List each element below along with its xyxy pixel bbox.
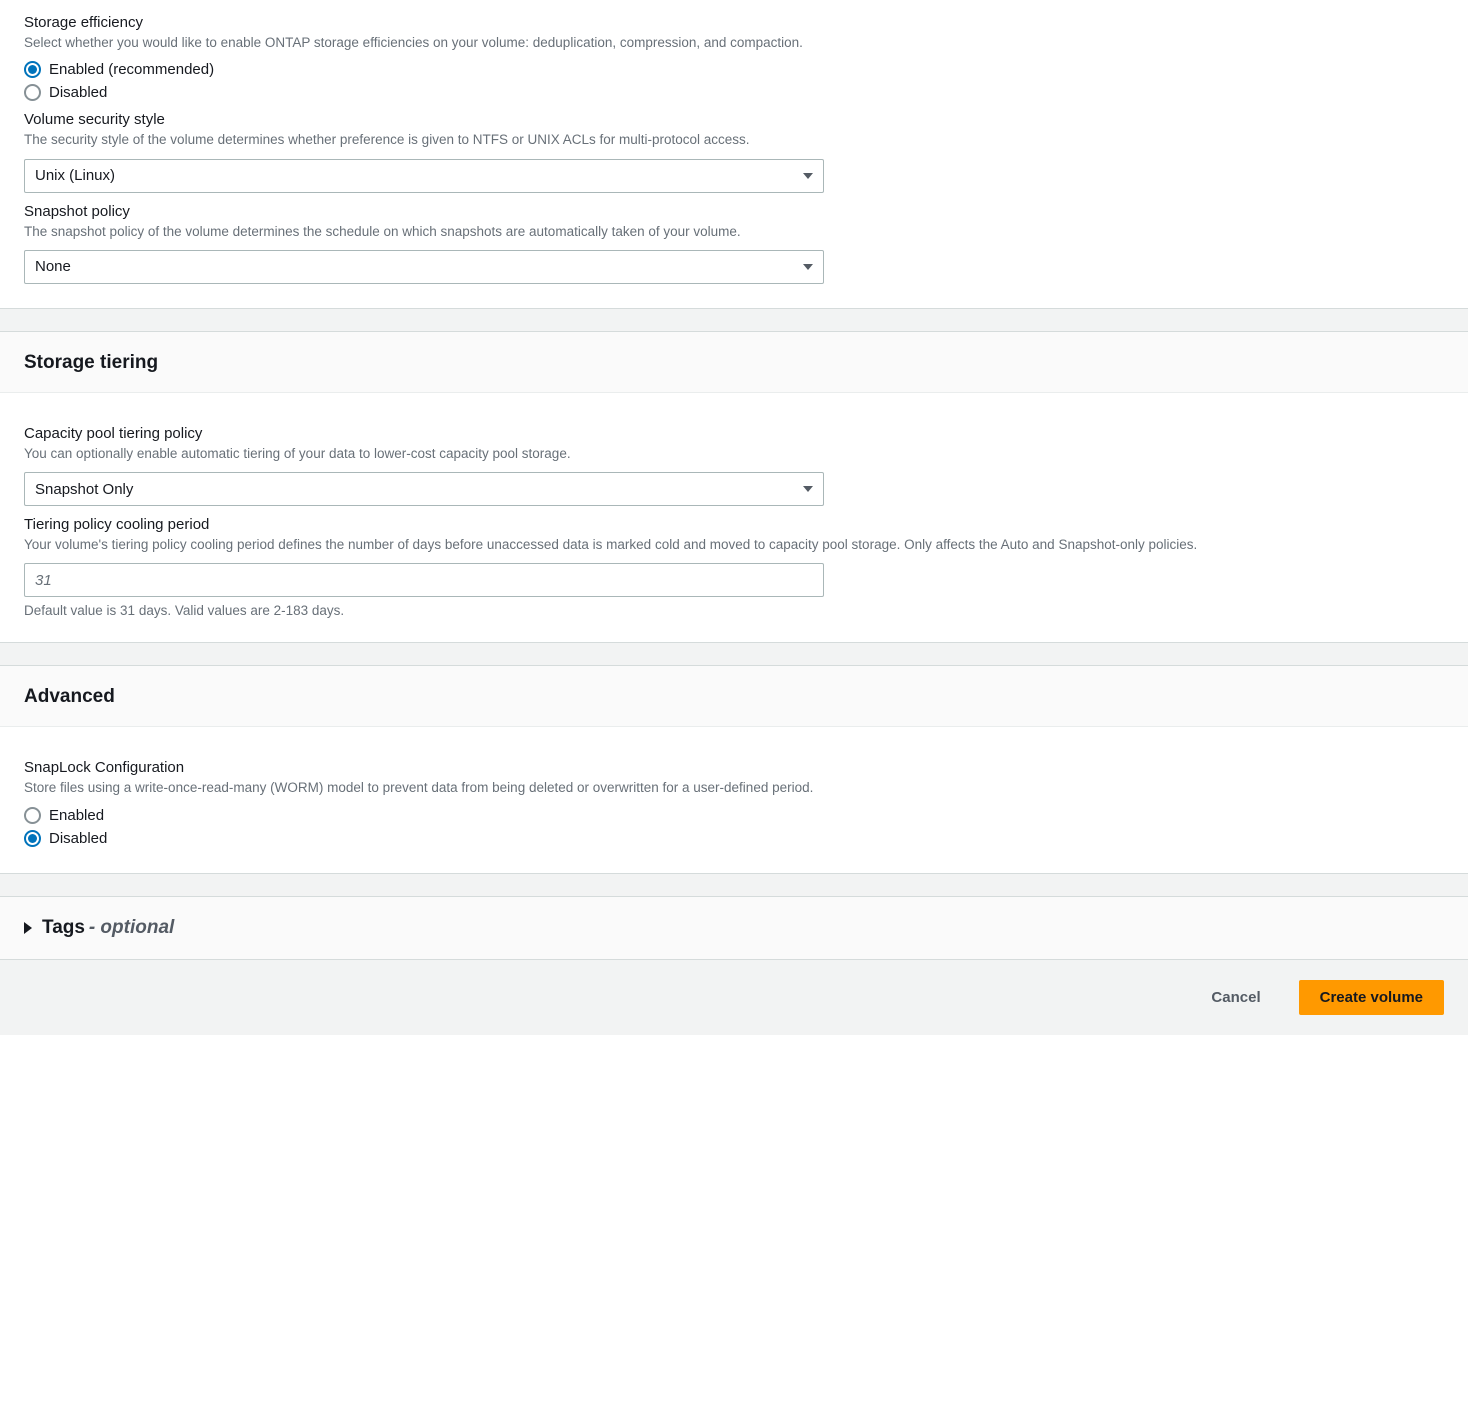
- storage-efficiency-enabled-label: Enabled (recommended): [49, 61, 214, 78]
- storage-tiering-section: Storage tiering Capacity pool tiering po…: [0, 332, 1468, 643]
- advanced-header: Advanced: [0, 666, 1468, 727]
- snaplock-field: SnapLock Configuration Store files using…: [24, 759, 1444, 846]
- advanced-section: Advanced SnapLock Configuration Store fi…: [0, 666, 1468, 872]
- section-divider: [0, 308, 1468, 332]
- capacity-policy-desc: You can optionally enable automatic tier…: [24, 444, 1444, 464]
- cooling-period-label: Tiering policy cooling period: [24, 516, 1444, 533]
- tags-collapsible[interactable]: Tags - optional: [0, 897, 1468, 959]
- capacity-policy-select[interactable]: Snapshot Only: [24, 472, 824, 506]
- section-divider: [0, 642, 1468, 666]
- capacity-policy-field: Capacity pool tiering policy You can opt…: [24, 425, 1444, 506]
- tags-label: Tags: [42, 917, 85, 938]
- storage-efficiency-disabled-radio[interactable]: Disabled: [24, 84, 1444, 101]
- snaplock-enabled-label: Enabled: [49, 807, 104, 824]
- volume-security-style-desc: The security style of the volume determi…: [24, 130, 1444, 150]
- storage-efficiency-label: Storage efficiency: [24, 14, 1444, 31]
- create-volume-button[interactable]: Create volume: [1299, 980, 1444, 1015]
- cooling-period-field: Tiering policy cooling period Your volum…: [24, 516, 1444, 618]
- snaplock-enabled-radio[interactable]: Enabled: [24, 807, 1444, 824]
- volume-security-style-label: Volume security style: [24, 111, 1444, 128]
- volume-security-style-value: Unix (Linux): [35, 167, 115, 184]
- snapshot-policy-desc: The snapshot policy of the volume determ…: [24, 222, 1444, 242]
- snaplock-disabled-radio[interactable]: Disabled: [24, 830, 1444, 847]
- snapshot-policy-field: Snapshot policy The snapshot policy of t…: [24, 203, 1444, 284]
- radio-unselected-icon: [24, 807, 41, 824]
- snaplock-label: SnapLock Configuration: [24, 759, 1444, 776]
- capacity-policy-label: Capacity pool tiering policy: [24, 425, 1444, 442]
- advanced-heading: Advanced: [24, 686, 1444, 708]
- volume-security-style-select[interactable]: Unix (Linux): [24, 159, 824, 193]
- storage-tiering-heading: Storage tiering: [24, 352, 1444, 374]
- volume-security-style-field: Volume security style The security style…: [24, 111, 1444, 192]
- storage-efficiency-disabled-label: Disabled: [49, 84, 107, 101]
- snaplock-desc: Store files using a write-once-read-many…: [24, 778, 1444, 798]
- snaplock-disabled-label: Disabled: [49, 830, 107, 847]
- caret-right-icon: [24, 922, 32, 934]
- cooling-period-hint: Default value is 31 days. Valid values a…: [24, 603, 1444, 618]
- cooling-period-input[interactable]: 31: [24, 563, 824, 597]
- cooling-period-placeholder: 31: [35, 572, 52, 589]
- storage-efficiency-desc: Select whether you would like to enable …: [24, 33, 1444, 53]
- capacity-policy-value: Snapshot Only: [35, 481, 133, 498]
- footer: Cancel Create volume: [0, 959, 1468, 1035]
- storage-efficiency-field: Storage efficiency Select whether you wo…: [24, 14, 1444, 101]
- snapshot-policy-label: Snapshot policy: [24, 203, 1444, 220]
- section-divider: [0, 873, 1468, 897]
- chevron-down-icon: [803, 173, 813, 179]
- tags-optional: - optional: [89, 917, 174, 938]
- storage-tiering-header: Storage tiering: [0, 332, 1468, 393]
- cancel-button[interactable]: Cancel: [1193, 981, 1278, 1014]
- cooling-period-desc: Your volume's tiering policy cooling per…: [24, 535, 1444, 555]
- radio-selected-icon: [24, 830, 41, 847]
- chevron-down-icon: [803, 486, 813, 492]
- snapshot-policy-select[interactable]: None: [24, 250, 824, 284]
- radio-unselected-icon: [24, 84, 41, 101]
- chevron-down-icon: [803, 264, 813, 270]
- storage-efficiency-enabled-radio[interactable]: Enabled (recommended): [24, 61, 1444, 78]
- storage-efficiency-section: Storage efficiency Select whether you wo…: [0, 0, 1468, 308]
- radio-selected-icon: [24, 61, 41, 78]
- snapshot-policy-value: None: [35, 258, 71, 275]
